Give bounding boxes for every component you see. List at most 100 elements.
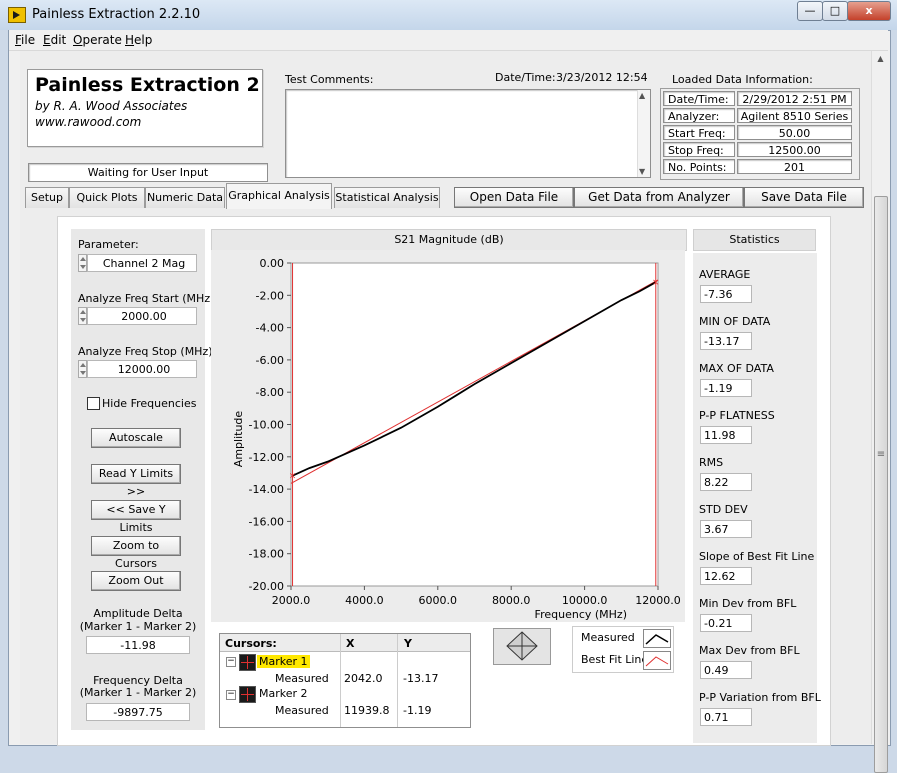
y-tick-label: -6.00 xyxy=(256,354,284,367)
test-comments-label: Test Comments: xyxy=(285,73,374,86)
get-data-from-analyzer-button[interactable]: Get Data from Analyzer xyxy=(574,187,744,208)
amplitude-delta-label: Amplitude Delta xyxy=(93,607,183,620)
frequency-delta-sublabel: (Marker 1 - Marker 2) xyxy=(79,686,197,699)
marker1-cursor-icon[interactable] xyxy=(239,654,256,671)
cursors-header: Cursors: xyxy=(225,637,277,650)
menu-edit[interactable]: Edit xyxy=(43,33,66,47)
y-tick-label: -18.00 xyxy=(249,548,284,561)
maximize-button[interactable]: □ xyxy=(822,1,848,21)
stat-value: 0.49 xyxy=(700,661,752,679)
y-axis-label: Amplitude xyxy=(232,411,245,468)
save-y-limits-button[interactable]: << Save Y Limits xyxy=(91,500,181,534)
scroll-up-arrow[interactable]: ▲ xyxy=(872,51,889,67)
loaded-row-value: 12500.00 xyxy=(737,142,852,157)
loaded-row-value: 201 xyxy=(737,159,852,174)
datetime-value: 3/23/2012 12:54 xyxy=(556,71,648,84)
test-comments-textarea[interactable]: ▲ ▼ xyxy=(285,89,651,178)
scroll-thumb[interactable]: ≡ xyxy=(874,196,888,773)
collapse-marker1-icon[interactable]: − xyxy=(226,657,236,667)
cursors-table[interactable]: Cursors: X Y − Marker 1 Measured 2042.0 … xyxy=(219,633,471,728)
app-website: www.rawood.com xyxy=(35,115,142,129)
stat-value: 12.62 xyxy=(700,567,752,585)
x-tick-label: 10000.0 xyxy=(562,594,608,607)
stat-label: RMS xyxy=(699,456,724,469)
labview-app-icon[interactable] xyxy=(8,7,26,23)
status-indicator: Waiting for User Input xyxy=(28,163,268,182)
comments-scroll-down-arrow[interactable]: ▼ xyxy=(639,167,645,176)
menu-operate[interactable]: Operate xyxy=(73,33,122,47)
loaded-row-label: Stop Freq: xyxy=(663,142,735,157)
analyze-freq-start-input[interactable]: 2000.00 xyxy=(87,307,197,325)
cursor-diamond-icon xyxy=(506,631,538,661)
marker1-y: -13.17 xyxy=(403,672,439,685)
x-tick-label: 4000.0 xyxy=(345,594,384,607)
loaded-data-table: Date/Time: 2/29/2012 2:51 PM Analyzer: Agil… xyxy=(660,88,860,180)
stat-label: Slope of Best Fit Line xyxy=(699,550,815,563)
s21-magnitude-chart[interactable]: 0.00 -2.00 -4.00 -6.00 -8.00 -10.00 -12.00 -14.… xyxy=(211,250,685,624)
marker2-cursor-icon[interactable] xyxy=(239,686,256,703)
y-tick-label: -2.00 xyxy=(256,289,284,302)
tab-numeric-data[interactable]: Numeric Data xyxy=(145,187,225,208)
open-data-file-button[interactable]: Open Data File xyxy=(454,187,574,208)
stat-value: -1.19 xyxy=(700,379,752,397)
parameter-stepper[interactable] xyxy=(78,254,87,272)
hide-frequencies-checkbox[interactable] xyxy=(87,397,100,410)
analyze-freq-stop-label: Analyze Freq Stop (MHz) xyxy=(78,345,213,358)
menu-help[interactable]: Help xyxy=(125,33,152,47)
comments-scrollbar[interactable]: ▲ ▼ xyxy=(637,90,650,177)
y-tick-label: -4.00 xyxy=(256,322,284,335)
analyze-freq-stop-input[interactable]: 12000.00 xyxy=(87,360,197,378)
loaded-row-label: Analyzer: xyxy=(663,108,735,123)
marker1-point[interactable]: × xyxy=(289,472,297,482)
statistics-title: Statistics xyxy=(693,229,816,251)
close-button[interactable]: x xyxy=(847,1,891,21)
y-tick-label: -8.00 xyxy=(256,386,284,399)
cursor-move-pad[interactable] xyxy=(493,628,551,665)
stat-label: P-P FLATNESS xyxy=(699,409,775,422)
datetime-label: Date/Time: xyxy=(495,71,556,84)
stat-label: Max Dev from BFL xyxy=(699,644,800,657)
menu-file[interactable]: File xyxy=(15,33,35,47)
zoom-to-cursors-button[interactable]: Zoom to Cursors xyxy=(91,536,181,570)
collapse-marker2-icon[interactable]: − xyxy=(226,690,236,700)
marker1-name[interactable]: Marker 1 xyxy=(257,655,310,668)
loaded-data-title: Loaded Data Information: xyxy=(672,73,813,86)
y-tick-label: -20.00 xyxy=(249,580,284,593)
freq-start-stepper[interactable] xyxy=(78,307,87,325)
amplitude-delta-sublabel: (Marker 1 - Marker 2) xyxy=(79,620,197,633)
legend-bestfit-swatch[interactable] xyxy=(643,651,671,670)
vertical-scrollbar[interactable]: ▲ ≡ xyxy=(871,51,889,773)
tab-graphical-analysis[interactable]: Graphical Analysis xyxy=(226,183,332,209)
cursor-y-header: Y xyxy=(404,637,412,650)
freq-stop-stepper[interactable] xyxy=(78,360,87,378)
read-y-limits-button[interactable]: Read Y Limits >> xyxy=(91,464,181,498)
parameter-select[interactable]: Channel 2 Mag xyxy=(87,254,197,272)
marker1-sub: Measured xyxy=(275,672,329,685)
analyze-freq-start-label: Analyze Freq Start (MHz) xyxy=(78,292,215,305)
marker1-x: 2042.0 xyxy=(344,672,383,685)
y-tick-label: -12.00 xyxy=(249,451,284,464)
minimize-button[interactable]: — xyxy=(797,1,823,21)
x-axis-label: Frequency (MHz) xyxy=(535,608,627,621)
col-divider xyxy=(397,634,398,727)
loaded-row-value: 50.00 xyxy=(737,125,852,140)
save-data-file-button[interactable]: Save Data File xyxy=(744,187,864,208)
marker2-sub: Measured xyxy=(275,704,329,717)
marker2-name[interactable]: Marker 2 xyxy=(259,687,308,700)
autoscale-button[interactable]: Autoscale xyxy=(91,428,181,448)
y-tick-label: 0.00 xyxy=(260,257,285,270)
loaded-row-value: 2/29/2012 2:51 PM xyxy=(737,91,852,106)
legend-measured-swatch[interactable] xyxy=(643,629,671,648)
comments-scroll-up-arrow[interactable]: ▲ xyxy=(639,91,645,100)
zoom-out-button[interactable]: Zoom Out xyxy=(91,571,181,591)
cursor-x-header: X xyxy=(346,637,355,650)
tab-quick-plots[interactable]: Quick Plots xyxy=(69,187,145,208)
loaded-row-label: No. Points: xyxy=(663,159,735,174)
tab-statistical-analysis[interactable]: Statistical Analysis xyxy=(334,187,440,208)
tab-setup[interactable]: Setup xyxy=(25,187,69,208)
stat-value: 11.98 xyxy=(700,426,752,444)
parameter-label: Parameter: xyxy=(78,238,139,251)
loaded-row-label: Date/Time: xyxy=(663,91,735,106)
marker2-point[interactable]: × xyxy=(652,278,660,288)
frequency-delta-value: -9897.75 xyxy=(86,703,190,721)
